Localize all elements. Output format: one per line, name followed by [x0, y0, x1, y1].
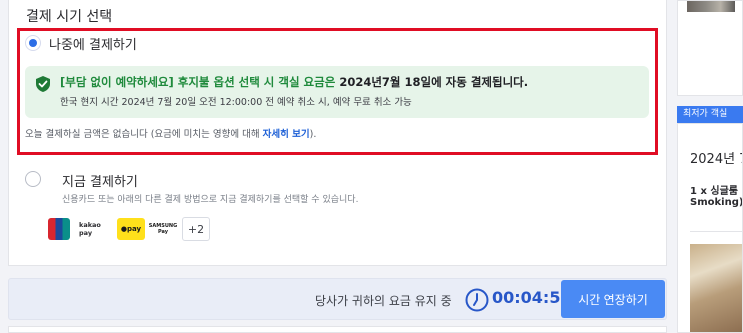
divider — [690, 231, 742, 232]
section-title: 결제 시기 선택 — [26, 9, 113, 25]
room-summary-card: 2024년 7 1 x 싱글룸 Smoking) — [677, 123, 743, 333]
room-photo — [690, 244, 742, 332]
today-note-suffix: ). — [309, 129, 317, 140]
pay-later-radio[interactable] — [25, 35, 41, 51]
stay-date: 2024년 7 — [690, 152, 743, 167]
more-payment-methods[interactable]: +2 — [182, 217, 210, 241]
pay-now-radio[interactable] — [25, 171, 41, 187]
today-note-prefix: 오늘 결제하실 금액은 없습니다 (요금에 미치는 영향에 대해 — [25, 129, 263, 140]
next-section-edge — [8, 326, 667, 333]
pay-now-description: 신용카드 또는 아래의 다른 결제 방법으로 지금 결제하기를 선택할 수 있습… — [62, 195, 359, 205]
hotel-photo — [687, 1, 735, 12]
hold-timer: 00:04:51 — [492, 288, 572, 307]
notice-suffix: 자동 결제됩니다. — [441, 75, 529, 89]
room-type-line1: 1 x 싱글룸 — [690, 186, 738, 197]
lowest-price-banner: 최저가 객실 — [677, 106, 743, 123]
notice-date: 2024년7월 18일에 — [339, 75, 442, 89]
notice-prefix: [부담 없이 예약하세요] 후지불 옵션 선택 시 객실 요금은 — [60, 75, 340, 89]
extend-time-button[interactable]: 시간 연장하기 — [561, 280, 665, 318]
price-hold-bar: 당사가 귀하의 요금 유지 중 00:04:51 시간 연장하기 — [8, 278, 667, 320]
kakaopay-icon: kakao pay — [79, 218, 109, 240]
room-type-line2: Smoking) — [690, 197, 743, 208]
pay-later-label[interactable]: 나중에 결제하기 — [49, 34, 137, 53]
hotel-summary-card — [677, 0, 743, 96]
pay-now-label[interactable]: 지금 결제하기 — [62, 171, 138, 190]
shield-check-icon — [36, 76, 50, 92]
booking-sidebar: 최저가 객실 2024년 7 1 x 싱글룸 Smoking) — [677, 0, 743, 333]
pay-later-notice: [부담 없이 예약하세요] 후지불 옵션 선택 시 객실 요금은 2024년7월… — [25, 66, 649, 118]
main-column: 결제 시기 선택 나중에 결제하기 [부담 없이 예약하세요] 후지불 옵션 선… — [0, 0, 671, 333]
learn-more-link[interactable]: 자세히 보기 — [263, 129, 310, 140]
naverpay-icon: ●pay — [117, 218, 145, 240]
today-note: 오늘 결제하실 금액은 없습니다 (요금에 미치는 영향에 대해 자세히 보기)… — [25, 126, 316, 140]
samsungpay-icon: SAMSUNG Pay — [149, 218, 177, 240]
clock-icon — [465, 288, 489, 312]
cancel-info: 한국 현지 시간 2024년 7월 20일 오전 12:00:00 전 예약 취… — [60, 97, 412, 108]
price-hold-text: 당사가 귀하의 요금 유지 중 — [315, 294, 452, 308]
notice-headline: [부담 없이 예약하세요] 후지불 옵션 선택 시 객실 요금은 2024년7월… — [60, 74, 528, 90]
unionpay-icon — [48, 218, 70, 240]
